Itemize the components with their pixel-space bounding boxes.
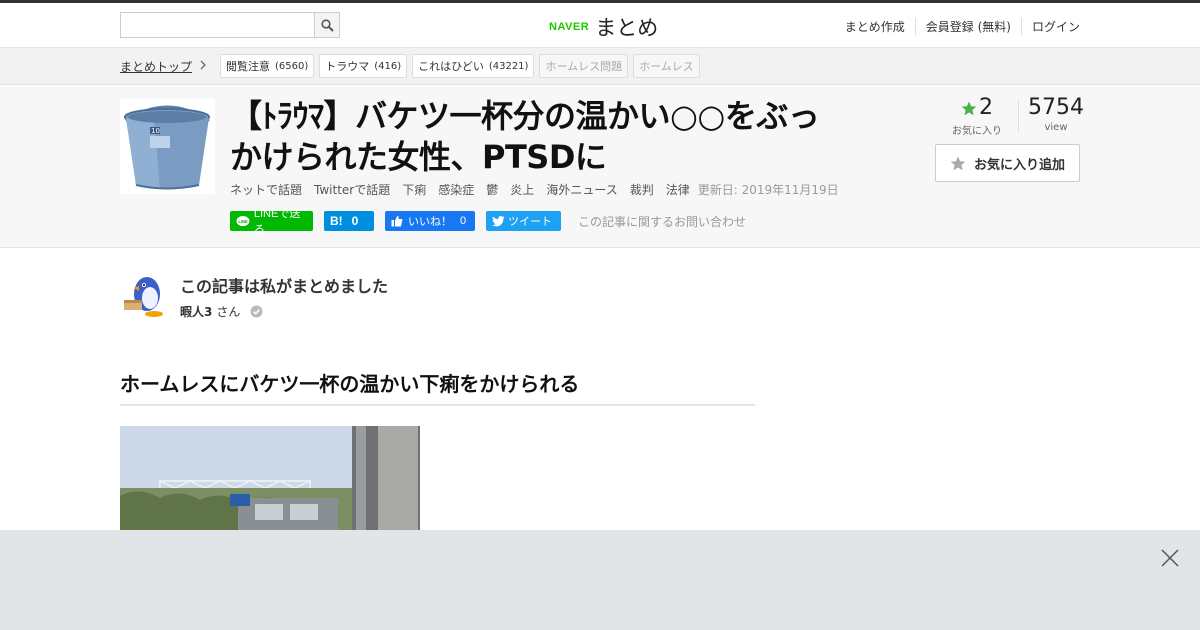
breadcrumb-bar: まとめトップ 閲覧注意 (6560) トラウマ (416) これはひどい (43221… bbox=[0, 48, 1200, 85]
tag-item[interactable]: これはひどい (43221) bbox=[412, 54, 535, 78]
close-icon[interactable] bbox=[1160, 548, 1180, 568]
line-share-button[interactable]: LINE LINEで送る bbox=[230, 208, 313, 236]
brand-logo[interactable]: NAVER まとめ bbox=[549, 12, 658, 42]
search-icon bbox=[320, 18, 334, 32]
facebook-like-label: いいね！ bbox=[408, 216, 452, 228]
tag-label: ホームレス bbox=[639, 60, 694, 73]
login-link[interactable]: ログイン bbox=[1020, 18, 1080, 35]
tag-label: ホームレス問題 bbox=[545, 60, 623, 73]
tag-item[interactable]: 閲覧注意 (6560) bbox=[220, 54, 315, 78]
category-link[interactable]: 法律 bbox=[666, 181, 690, 198]
view-stat: 5754 view bbox=[1028, 95, 1084, 134]
search-input[interactable] bbox=[121, 13, 315, 37]
article-thumbnail: 10 bbox=[120, 99, 215, 194]
create-matome-link[interactable]: まとめ作成 bbox=[835, 18, 915, 35]
updated-date: 更新日: 2019年11月19日 bbox=[697, 183, 839, 197]
author-heading: この記事は私がまとめました bbox=[180, 277, 389, 296]
stat-divider bbox=[1018, 100, 1019, 132]
favorite-label: お気に入り bbox=[952, 126, 1002, 137]
breadcrumb-top-link[interactable]: まとめトップ bbox=[120, 58, 192, 75]
tag-list: 閲覧注意 (6560) トラウマ (416) これはひどい (43221) ホームレス… bbox=[220, 54, 700, 78]
brand-matome: まとめ bbox=[595, 16, 659, 40]
facebook-like-button[interactable]: いいね！ 0 bbox=[385, 211, 475, 231]
check-circle-icon bbox=[250, 305, 263, 318]
category-link[interactable]: Twitterで話題 bbox=[314, 181, 390, 198]
add-favorite-label: お気に入り追加 bbox=[973, 157, 1065, 173]
category-link[interactable]: 裁判 bbox=[630, 181, 654, 198]
chevron-right-icon bbox=[200, 60, 206, 70]
tag-label: 閲覧注意 bbox=[226, 60, 270, 73]
avatar[interactable] bbox=[120, 270, 168, 318]
hatena-bookmark-button[interactable]: B! 0 bbox=[324, 211, 374, 231]
line-share-label: LINEで送る bbox=[253, 208, 301, 236]
article-title: 【ﾄﾗｳﾏ】バケツ一杯分の温かい○○をぶっかけられた女性、PTSDに bbox=[230, 97, 820, 176]
bucket-image: 10 bbox=[120, 99, 215, 194]
view-label: view bbox=[1044, 122, 1068, 133]
twitter-bird-icon bbox=[492, 215, 505, 226]
star-icon bbox=[961, 101, 977, 115]
tag-count: (6560) bbox=[275, 60, 309, 72]
favorite-count: 2 bbox=[979, 95, 993, 120]
penguin-avatar-image bbox=[120, 270, 168, 318]
star-outline-icon bbox=[950, 156, 966, 170]
article-photo bbox=[120, 426, 420, 536]
hatena-count: 0 bbox=[351, 214, 359, 228]
hatena-icon: B! bbox=[330, 214, 343, 228]
tag-count: (43221) bbox=[488, 60, 529, 72]
search-box bbox=[120, 12, 340, 38]
category-link[interactable]: 感染症 bbox=[438, 181, 474, 198]
thumbs-up-icon bbox=[391, 215, 403, 227]
search-button[interactable] bbox=[314, 13, 339, 37]
riverside-photo-image bbox=[120, 426, 420, 536]
tag-item[interactable]: ホームレス bbox=[633, 54, 700, 78]
category-link[interactable]: 下痢 bbox=[402, 181, 426, 198]
tweet-button[interactable]: ツイート bbox=[486, 211, 561, 231]
tag-label: これはひどい bbox=[418, 60, 484, 73]
tag-item[interactable]: トラウマ (416) bbox=[319, 54, 408, 78]
author-name[interactable]: 暇人3 bbox=[180, 303, 212, 320]
top-nav: まとめ作成 会員登録 (無料) ログイン bbox=[835, 18, 1080, 35]
category-link[interactable]: ネットで話題 bbox=[230, 181, 302, 198]
category-list: ネットで話題 Twitterで話題 下痢 感染症 鬱 炎上 海外ニュース 裁判 … bbox=[230, 181, 851, 198]
thumb-label: 10 bbox=[151, 127, 160, 135]
favorite-stat: 2 お気に入り bbox=[949, 95, 1005, 138]
register-link[interactable]: 会員登録 (無料) bbox=[914, 18, 1021, 35]
brand-naver: NAVER bbox=[549, 21, 590, 33]
category-link[interactable]: 炎上 bbox=[510, 181, 534, 198]
share-bar: LINE LINEで送る B! 0 いいね！ 0 ツイート この記事に関するお問… bbox=[230, 208, 746, 236]
article-header: 10 【ﾄﾗｳﾏ】バケツ一杯分の温かい○○をぶっかけられた女性、PTSDに ネッ… bbox=[0, 86, 1200, 248]
tag-count: (416) bbox=[374, 60, 402, 72]
ad-banner bbox=[0, 530, 1200, 630]
tweet-label: ツイート bbox=[508, 216, 552, 228]
category-link[interactable]: 鬱 bbox=[486, 181, 498, 198]
add-favorite-button[interactable]: お気に入り追加 bbox=[935, 144, 1080, 182]
category-link[interactable]: 海外ニュース bbox=[546, 181, 617, 198]
line-icon: LINE bbox=[236, 215, 250, 226]
svg-text:LINE: LINE bbox=[238, 218, 248, 223]
tag-item[interactable]: ホームレス問題 bbox=[539, 54, 629, 78]
top-bar: NAVER まとめ まとめ作成 会員登録 (無料) ログイン bbox=[0, 0, 1200, 48]
view-count: 5754 bbox=[1028, 95, 1084, 120]
tag-label: トラウマ bbox=[325, 60, 370, 73]
author-name-line: 暇人3 さん bbox=[180, 303, 263, 320]
author-suffix: さん bbox=[216, 305, 241, 319]
section-heading: ホームレスにバケツ一杯の温かい下痢をかけられる bbox=[120, 368, 755, 406]
facebook-like-count: 0 bbox=[460, 215, 467, 227]
inquiry-link[interactable]: この記事に関するお問い合わせ bbox=[578, 213, 746, 230]
